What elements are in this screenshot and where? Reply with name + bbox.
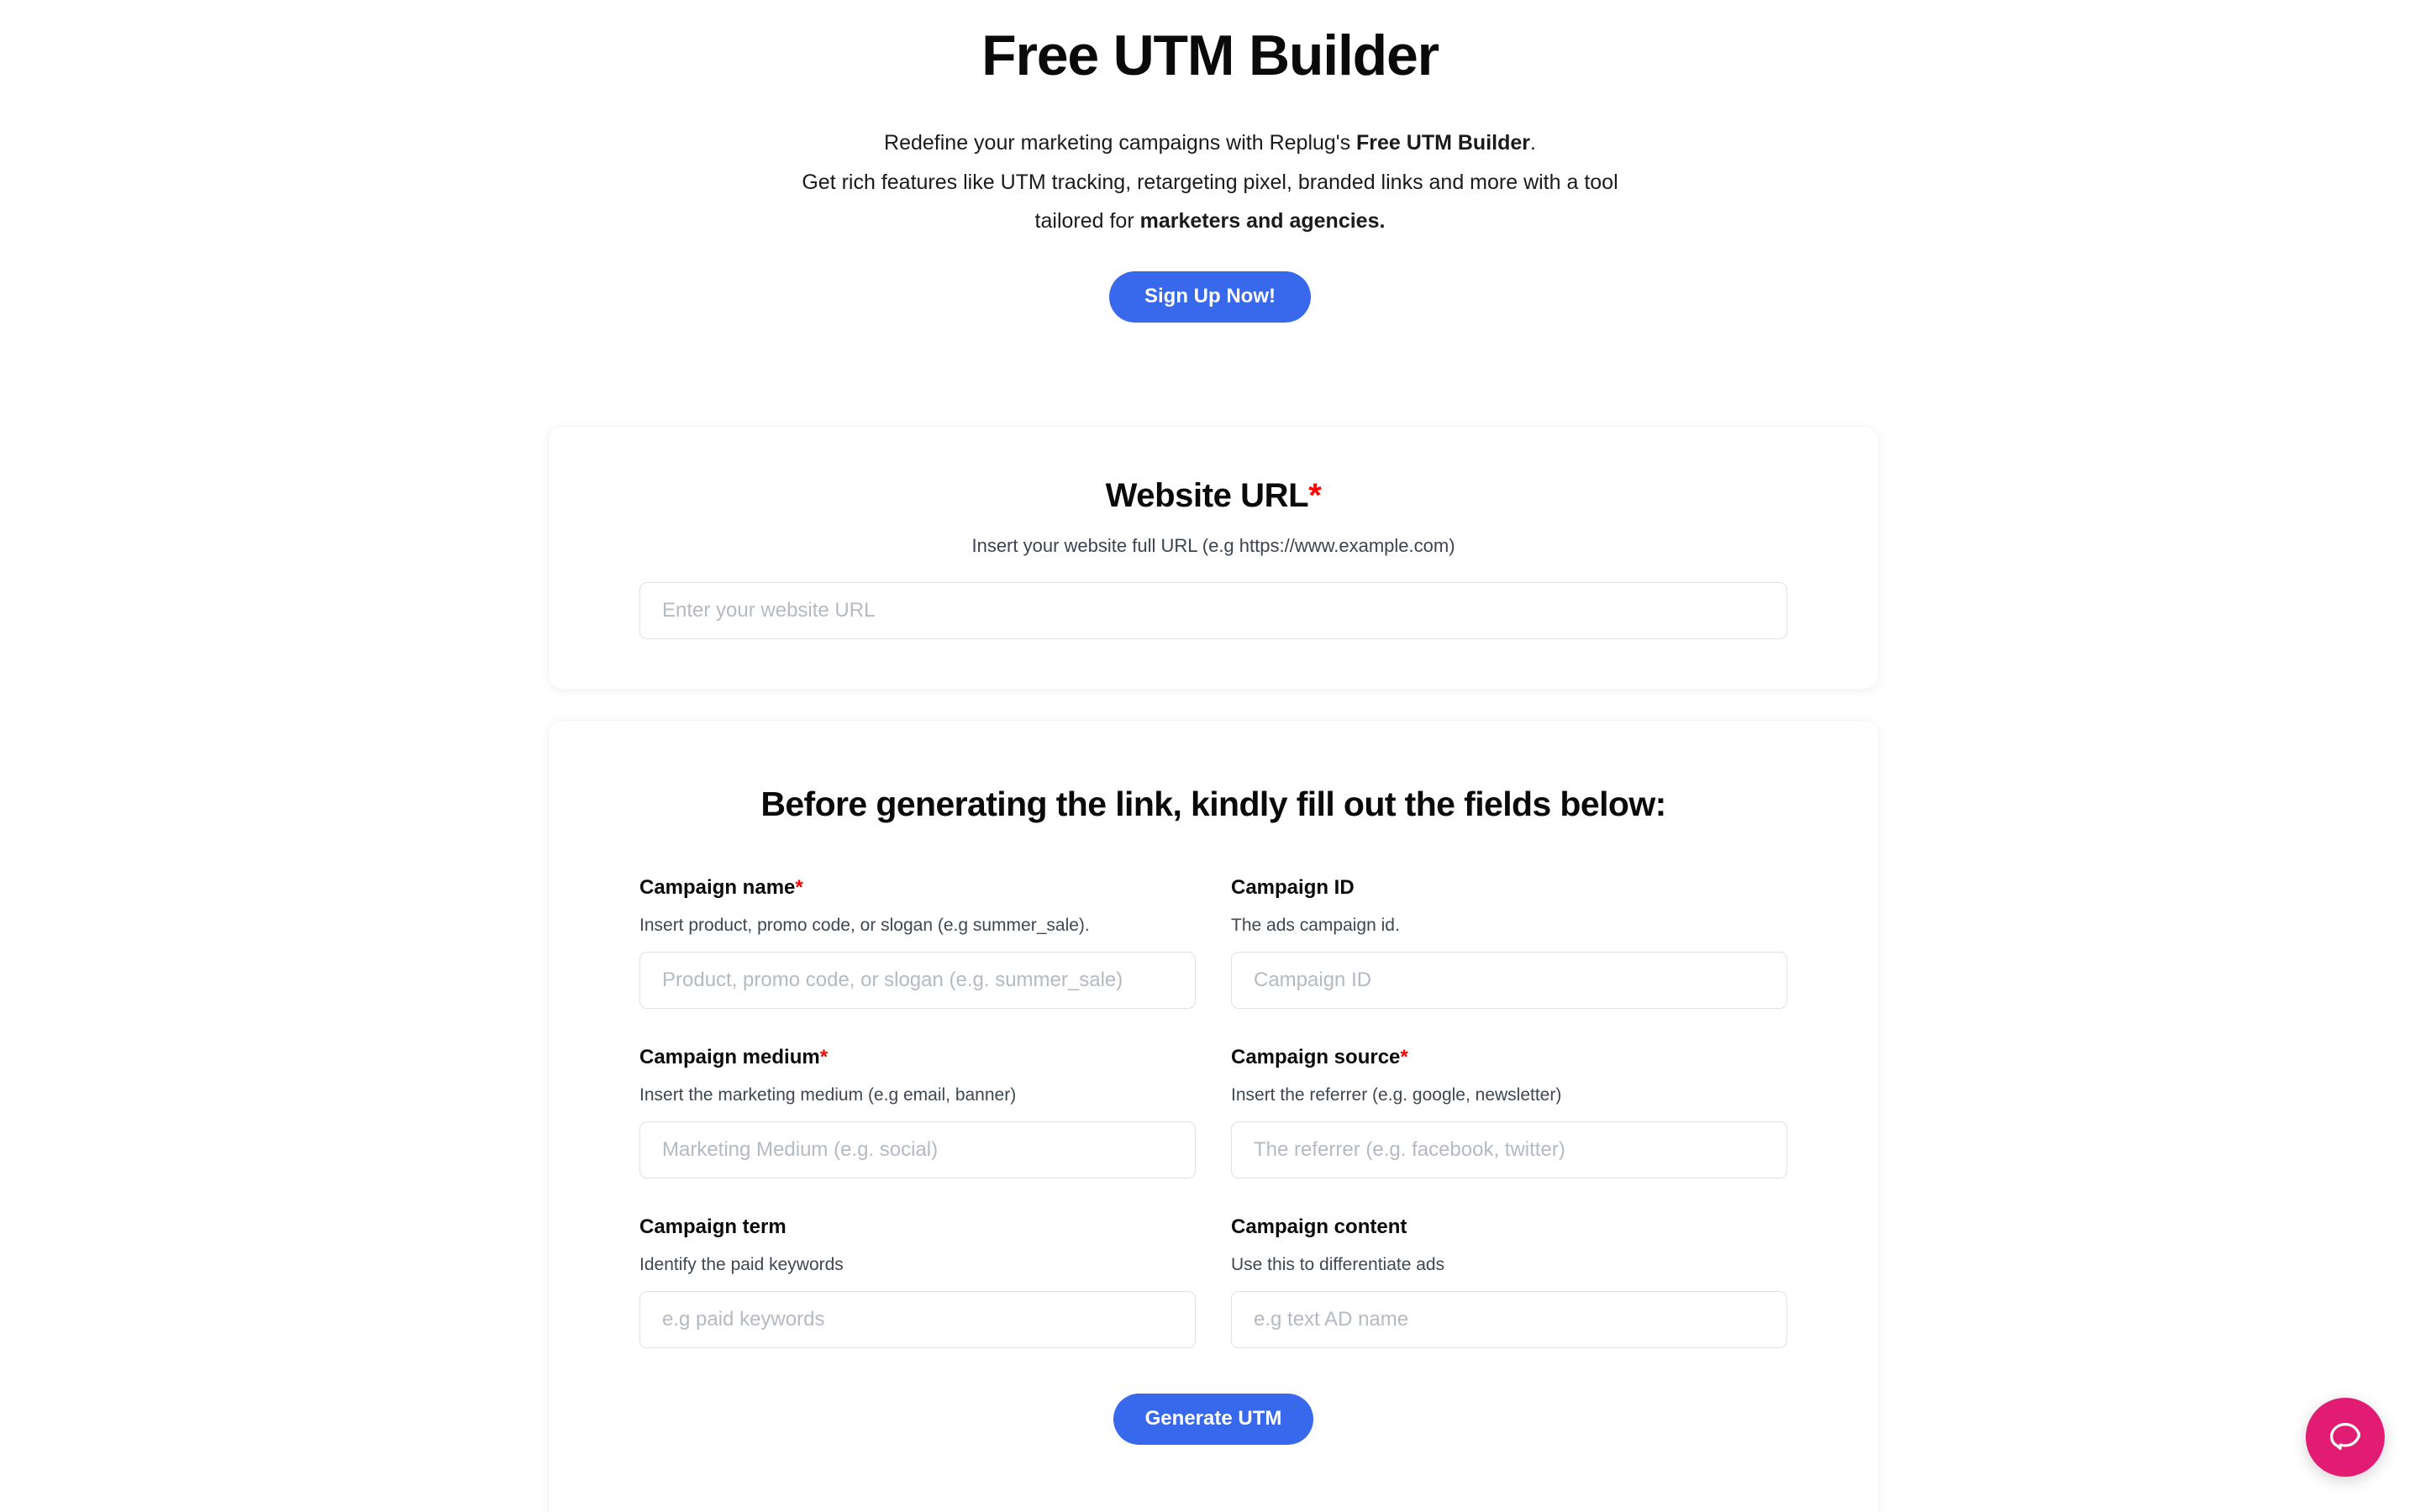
field-campaign-medium: Campaign medium* Insert the marketing me… bbox=[639, 1046, 1196, 1215]
hero-subtitle-line1-post: . bbox=[1530, 131, 1536, 155]
required-asterisk: * bbox=[1400, 1046, 1408, 1069]
field-input-container bbox=[1231, 1106, 1787, 1179]
hero-section: Free UTM Builder Redefine your marketing… bbox=[0, 0, 2420, 323]
hero-subtitle: Redefine your marketing campaigns with R… bbox=[0, 87, 2420, 241]
hero-subtitle-line2: Get rich features like UTM tracking, ret… bbox=[802, 170, 1618, 194]
field-campaign-term: Campaign term Identify the paid keywords bbox=[639, 1215, 1196, 1385]
form-section-title: Before generating the link, kindly fill … bbox=[760, 785, 1666, 823]
field-campaign-name: Campaign name* Insert product, promo cod… bbox=[639, 876, 1196, 1046]
field-help-campaign-source: Insert the referrer (e.g. google, newsle… bbox=[1231, 1084, 1562, 1105]
field-label-text: Campaign term bbox=[639, 1215, 786, 1239]
field-help-campaign-medium: Insert the marketing medium (e.g email, … bbox=[639, 1084, 1017, 1105]
required-asterisk: * bbox=[795, 876, 803, 899]
generate-button-container: Generate UTM bbox=[639, 1385, 1787, 1446]
field-label-campaign-name: Campaign name* bbox=[639, 876, 1196, 900]
field-label-campaign-source: Campaign source* bbox=[1231, 1046, 1787, 1070]
chat-bubble-icon bbox=[2326, 1416, 2365, 1459]
campaign-source-input[interactable] bbox=[1231, 1121, 1787, 1179]
website-url-title-text: Website URL bbox=[1105, 477, 1309, 514]
field-label-text: Campaign name bbox=[639, 876, 796, 899]
hero-subtitle-line1-pre: Redefine your marketing campaigns with R… bbox=[884, 131, 1357, 155]
field-help-campaign-content: Use this to differentiate ads bbox=[1231, 1254, 1445, 1274]
hero-subtitle-line1-bold: Free UTM Builder bbox=[1356, 131, 1531, 155]
generate-utm-button[interactable]: Generate UTM bbox=[1113, 1394, 1314, 1446]
field-campaign-content: Campaign content Use this to differentia… bbox=[1231, 1215, 1787, 1385]
hero-subtitle-line3-bold: marketers and agencies. bbox=[1139, 209, 1386, 234]
website-url-help: Insert your website full URL (e.g https:… bbox=[971, 535, 1455, 556]
website-url-input[interactable] bbox=[639, 582, 1787, 639]
utm-fields-card: Before generating the link, kindly fill … bbox=[549, 721, 1878, 1512]
campaign-term-input[interactable] bbox=[639, 1291, 1196, 1349]
sign-up-now-button[interactable]: Sign Up Now! bbox=[1109, 270, 1311, 323]
field-label-campaign-medium: Campaign medium* bbox=[639, 1046, 1196, 1070]
required-asterisk: * bbox=[819, 1046, 829, 1069]
campaign-name-input[interactable] bbox=[639, 952, 1196, 1010]
field-label-campaign-term: Campaign term bbox=[639, 1215, 1196, 1240]
field-label-campaign-id: Campaign ID bbox=[1231, 876, 1787, 900]
field-help-campaign-id: The ads campaign id. bbox=[1231, 915, 1400, 935]
website-url-card: Website URL* Insert your website full UR… bbox=[549, 427, 1878, 689]
field-help-campaign-term: Identify the paid keywords bbox=[639, 1254, 844, 1274]
field-campaign-source: Campaign source* Insert the referrer (e.… bbox=[1231, 1046, 1787, 1215]
hero-subtitle-line3-pre: tailored for bbox=[1034, 209, 1140, 234]
campaign-id-input[interactable] bbox=[1231, 952, 1787, 1010]
field-label-text: Campaign ID bbox=[1231, 876, 1355, 899]
utm-fields-grid: Campaign name* Insert product, promo cod… bbox=[639, 824, 1787, 1385]
field-input-container bbox=[1231, 1276, 1787, 1349]
field-input-container bbox=[1231, 937, 1787, 1010]
campaign-medium-input[interactable] bbox=[639, 1121, 1196, 1179]
field-input-container bbox=[639, 937, 1196, 1010]
website-url-title: Website URL* bbox=[639, 427, 1787, 515]
field-input-container bbox=[639, 1276, 1196, 1349]
field-campaign-id: Campaign ID The ads campaign id. bbox=[1231, 876, 1787, 1046]
website-url-input-container bbox=[639, 557, 1787, 639]
signup-button-container: Sign Up Now! bbox=[0, 241, 2420, 323]
page-root: Free UTM Builder Redefine your marketing… bbox=[0, 0, 2420, 1512]
field-label-text: Campaign content bbox=[1231, 1215, 1407, 1239]
field-input-container bbox=[639, 1106, 1196, 1179]
help-chat-widget-button[interactable] bbox=[2306, 1398, 2385, 1477]
field-label-campaign-content: Campaign content bbox=[1231, 1215, 1787, 1240]
field-label-text: Campaign medium bbox=[639, 1046, 820, 1069]
campaign-content-input[interactable] bbox=[1231, 1291, 1787, 1349]
field-label-text: Campaign source bbox=[1231, 1046, 1401, 1069]
field-help-campaign-name: Insert product, promo code, or slogan (e… bbox=[639, 915, 1090, 935]
required-asterisk: * bbox=[1308, 477, 1322, 514]
page-title: Free UTM Builder bbox=[981, 24, 1439, 87]
